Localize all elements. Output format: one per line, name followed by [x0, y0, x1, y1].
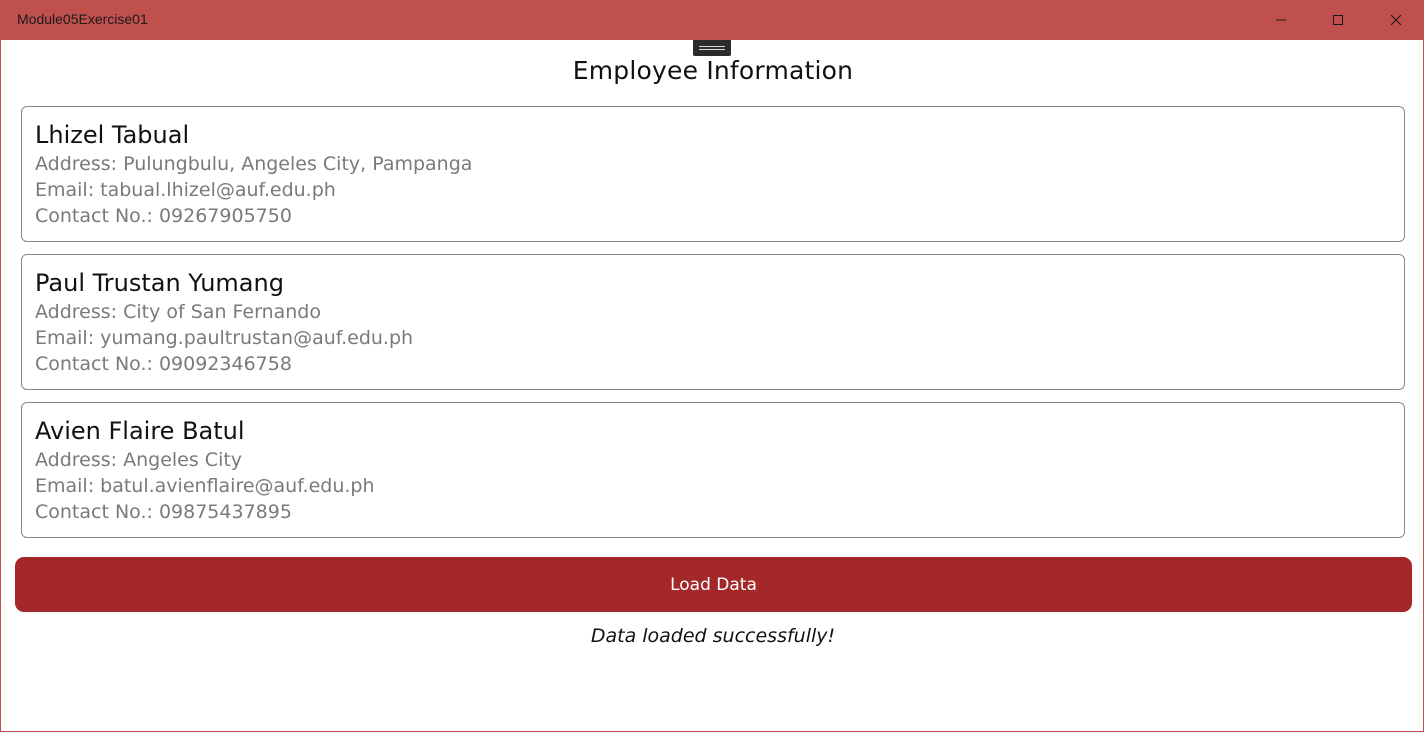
employee-email: Email: batul.avienflaire@auf.edu.ph: [35, 475, 375, 497]
status-message: Data loaded successfully!: [590, 625, 836, 647]
close-button[interactable]: [1367, 0, 1424, 40]
employee-name: Avien Flaire Batul: [35, 417, 245, 445]
title-bar[interactable]: Module05Exercise01: [1, 0, 1424, 40]
drag-handle[interactable]: [693, 40, 731, 56]
maximize-icon: [1332, 15, 1343, 25]
close-icon: [1390, 14, 1401, 26]
minimize-icon: [1275, 19, 1286, 21]
employee-contact: Contact No.: 09092346758: [35, 353, 292, 375]
load-data-button[interactable]: Load Data: [15, 557, 1412, 612]
employee-address: Address: Pulungbulu, Angeles City, Pampa…: [35, 153, 473, 175]
employee-card: Paul Trustan Yumang Address: City of San…: [21, 254, 1405, 390]
app-window: Module05Exercise01 Employee Information …: [0, 0, 1424, 732]
maximize-button[interactable]: [1309, 0, 1366, 40]
window-title: Module05Exercise01: [17, 11, 148, 27]
employee-email: Email: yumang.paultrustan@auf.edu.ph: [35, 327, 414, 349]
employee-card: Avien Flaire Batul Address: Angeles City…: [21, 402, 1405, 538]
employee-address: Address: City of San Fernando: [35, 301, 321, 323]
employee-name: Lhizel Tabual: [35, 121, 190, 149]
employee-address: Address: Angeles City: [35, 449, 243, 471]
grip-icon: [699, 46, 725, 50]
employee-card: Lhizel Tabual Address: Pulungbulu, Angel…: [21, 106, 1405, 242]
minimize-button[interactable]: [1252, 0, 1309, 40]
employee-contact: Contact No.: 09267905750: [35, 205, 292, 227]
page-title: Employee Information: [572, 56, 854, 85]
employee-name: Paul Trustan Yumang: [35, 269, 284, 297]
employee-email: Email: tabual.lhizel@auf.edu.ph: [35, 179, 336, 201]
employee-contact: Contact No.: 09875437895: [35, 501, 292, 523]
